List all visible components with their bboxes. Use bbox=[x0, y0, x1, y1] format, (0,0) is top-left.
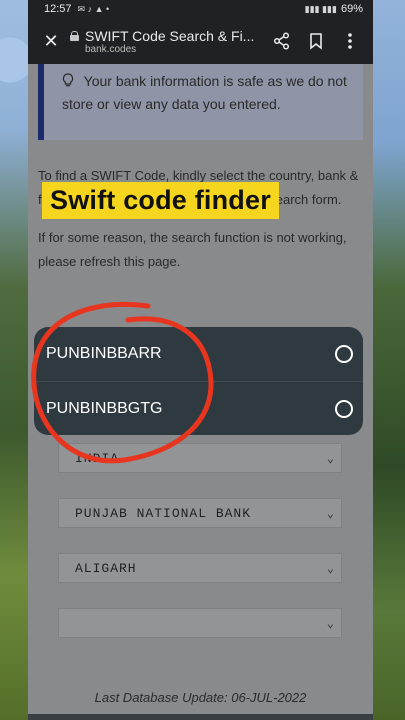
url-box[interactable]: SWIFT Code Search & Fi... bank.codes bbox=[68, 28, 265, 55]
database-update-note: Last Database Update: 06-JUL-2022 bbox=[94, 690, 307, 705]
more-vert-icon[interactable] bbox=[333, 24, 367, 58]
option-punbinbbarr[interactable]: PUNBINBBARR bbox=[34, 327, 363, 381]
background-left bbox=[0, 0, 28, 720]
page-domain: bank.codes bbox=[85, 43, 137, 55]
share-icon[interactable] bbox=[265, 24, 299, 58]
bank-select[interactable]: PUNJAB NATIONAL BANK ⌄ bbox=[58, 498, 342, 528]
radio-button[interactable] bbox=[335, 400, 353, 418]
city-value: ALIGARH bbox=[75, 560, 137, 576]
nav-bar bbox=[28, 714, 373, 720]
country-select[interactable]: INDIA ⌄ bbox=[58, 443, 342, 473]
chevron-down-icon: ⌄ bbox=[326, 451, 335, 466]
option-label: PUNBINBBARR bbox=[46, 345, 162, 362]
lock-icon bbox=[70, 31, 79, 41]
page-title: SWIFT Code Search & Fi... bbox=[85, 27, 255, 44]
notice-text: Your bank information is safe as we do n… bbox=[62, 73, 347, 112]
status-bar: 12:57 ✉ ♪ ▲ • ▮▮▮ ▮▮▮ 69% bbox=[28, 0, 373, 18]
lightbulb-icon bbox=[62, 73, 84, 89]
chevron-down-icon: ⌄ bbox=[326, 506, 335, 521]
chevron-down-icon: ⌄ bbox=[326, 561, 335, 576]
branch-options-popup: PUNBINBBARR PUNBINBBGTG bbox=[34, 327, 363, 435]
country-value: INDIA bbox=[75, 450, 120, 466]
background-right bbox=[373, 0, 405, 720]
close-icon[interactable]: ✕ bbox=[34, 24, 68, 58]
city-select[interactable]: ALIGARH ⌄ bbox=[58, 553, 342, 583]
radio-button[interactable] bbox=[335, 345, 353, 363]
security-notice: Your bank information is safe as we do n… bbox=[38, 64, 363, 140]
browser-toolbar: ✕ SWIFT Code Search & Fi... bank.codes bbox=[28, 18, 373, 64]
option-label: PUNBINBBGTG bbox=[46, 400, 163, 417]
signal-icon: ▮▮▮ ▮▮▮ bbox=[304, 3, 337, 14]
phone-screen: 12:57 ✉ ♪ ▲ • ▮▮▮ ▮▮▮ 69% ✕ SWIFT Code S… bbox=[28, 0, 373, 720]
battery-level: 69% bbox=[340, 3, 363, 15]
branch-select[interactable]: ⌄ bbox=[58, 608, 342, 638]
bookmark-icon[interactable] bbox=[299, 24, 333, 58]
chevron-down-icon: ⌄ bbox=[326, 616, 335, 631]
video-overlay-title: Swift code finder bbox=[42, 182, 279, 219]
notification-icons: ✉ ♪ ▲ • bbox=[77, 3, 110, 14]
option-punbinbbgtg[interactable]: PUNBINBBGTG bbox=[34, 381, 363, 435]
status-time: 12:57 bbox=[44, 3, 72, 15]
search-form: INDIA ⌄ PUNJAB NATIONAL BANK ⌄ ALIGARH ⌄ ⌄ bbox=[58, 443, 342, 663]
bank-value: PUNJAB NATIONAL BANK bbox=[75, 505, 252, 521]
instructions-paragraph-2: If for some reason, the search function … bbox=[38, 230, 347, 269]
